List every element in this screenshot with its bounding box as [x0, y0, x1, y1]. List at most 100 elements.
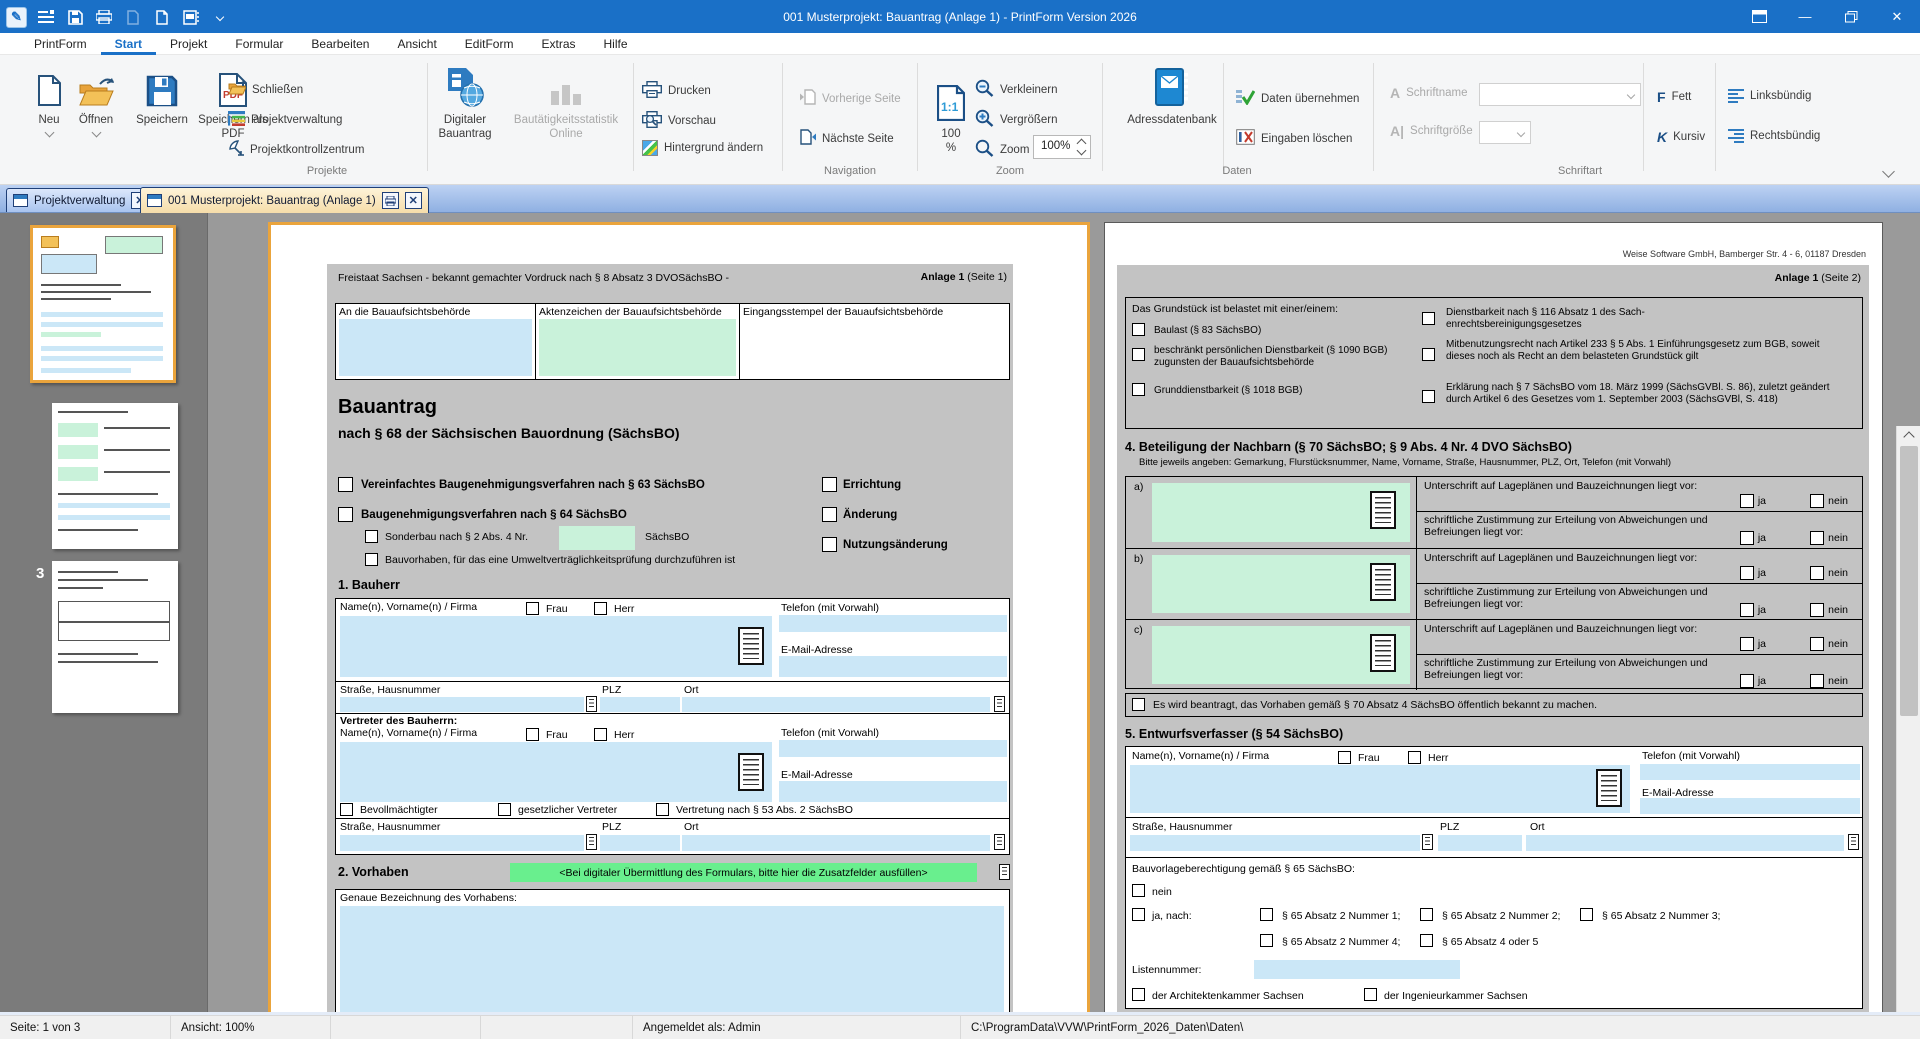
zoom-100-button[interactable]: 1:1 100%	[928, 79, 974, 156]
bv-option1-checkbox[interactable]	[1260, 908, 1273, 921]
menu-printform[interactable]: PrintForm	[20, 33, 101, 55]
ja-checkbox[interactable]	[1740, 566, 1754, 580]
address-database-button[interactable]: Adressdatenbank	[1122, 65, 1222, 127]
italic-button[interactable]: KKursiv	[1657, 129, 1705, 145]
close-project-button[interactable]: Schließen	[228, 81, 303, 98]
scroll-up-icon[interactable]	[1897, 426, 1920, 444]
ja-checkbox[interactable]	[1740, 674, 1754, 688]
save-as-pdf-button[interactable]: PDF Speichern als PDF	[198, 65, 268, 142]
nein-checkbox[interactable]	[1810, 494, 1824, 508]
vertreter-email-input[interactable]	[779, 781, 1007, 802]
ja-checkbox[interactable]	[1740, 637, 1754, 651]
vertreter-herr-checkbox[interactable]	[594, 728, 607, 741]
bauherr-telefon-input[interactable]	[779, 615, 1007, 632]
ev-telefon-input[interactable]	[1640, 764, 1860, 780]
save-icon[interactable]	[65, 7, 85, 27]
nein-checkbox[interactable]	[1810, 603, 1824, 617]
bauherr-name-input[interactable]	[340, 616, 772, 677]
gesetzlicher-vertreter-checkbox[interactable]	[498, 803, 511, 816]
nein-checkbox[interactable]	[1810, 674, 1824, 688]
scrollbar-thumb[interactable]	[1900, 446, 1918, 716]
project-management-button[interactable]: Projektverwaltung	[228, 111, 342, 129]
public-announcement-checkbox[interactable]	[1132, 698, 1145, 711]
open-button[interactable]: Öffnen	[70, 65, 122, 139]
save-button[interactable]: Speichern	[126, 65, 198, 127]
project-control-center-button[interactable]: Projektkontrollzentrum	[228, 140, 364, 159]
vorhaben-input[interactable]	[340, 906, 1004, 1012]
preview-button[interactable]: Vorschau	[642, 111, 716, 131]
vertical-scrollbar[interactable]	[1896, 426, 1920, 1012]
neighbor-a-picker-icon[interactable]	[1370, 491, 1396, 529]
menu-ansicht[interactable]: Ansicht	[383, 33, 450, 55]
frau-checkbox[interactable]	[526, 602, 539, 615]
align-left-button[interactable]: Linksbündig	[1728, 89, 1811, 103]
bauherr-strasse-input[interactable]	[340, 697, 584, 712]
menu-formular[interactable]: Formular	[221, 33, 297, 55]
umwelt-checkbox[interactable]	[365, 553, 378, 566]
authority-input[interactable]	[339, 319, 532, 376]
neighbor-b-picker-icon[interactable]	[1370, 563, 1396, 601]
herr-checkbox[interactable]	[594, 602, 607, 615]
ev-herr-checkbox[interactable]	[1408, 751, 1421, 764]
bauherr-plz-input[interactable]	[600, 697, 680, 712]
menu-start[interactable]: Start	[101, 33, 156, 55]
collapse-ribbon-icon[interactable]	[1882, 165, 1895, 178]
vertreter-frau-checkbox[interactable]	[526, 728, 539, 741]
menu-bearbeiten[interactable]: Bearbeiten	[297, 33, 383, 55]
ev-ort-picker-icon[interactable]	[1848, 834, 1859, 850]
vertreter-strasse-picker-icon[interactable]	[586, 834, 597, 850]
proc2-checkbox[interactable]	[338, 507, 353, 522]
addressbook-icon[interactable]	[181, 7, 201, 27]
ev-name-input[interactable]	[1130, 765, 1630, 813]
tab-close-icon[interactable]: ✕	[405, 192, 422, 209]
ev-plz-input[interactable]	[1438, 835, 1522, 851]
digital-note-picker-icon[interactable]	[999, 864, 1010, 880]
ev-frau-checkbox[interactable]	[1338, 751, 1351, 764]
close-button[interactable]: ✕	[1874, 0, 1920, 33]
bv-option5-checkbox[interactable]	[1420, 934, 1433, 947]
ev-strasse-picker-icon[interactable]	[1422, 834, 1433, 850]
bauherr-email-input[interactable]	[779, 656, 1007, 677]
menu-projekt[interactable]: Projekt	[156, 33, 221, 55]
mitbenutzungsrecht-checkbox[interactable]	[1422, 348, 1435, 361]
vertretung-53-checkbox[interactable]	[656, 803, 669, 816]
address-picker-icon[interactable]	[738, 627, 764, 665]
restore-button[interactable]	[1828, 0, 1874, 33]
digital-building-application-button[interactable]: Digitaler Bauantrag	[432, 65, 498, 142]
bold-button[interactable]: FFett	[1657, 89, 1691, 105]
ev-strasse-input[interactable]	[1130, 835, 1420, 851]
tab-print-icon[interactable]	[382, 192, 399, 209]
bv-nein-checkbox[interactable]	[1132, 884, 1145, 897]
apply-data-button[interactable]: Daten übernehmen	[1236, 89, 1359, 108]
architektenkammer-checkbox[interactable]	[1132, 988, 1145, 1001]
tab-projektverwaltung[interactable]: Projektverwaltung ✕	[6, 188, 155, 212]
menu-hilfe[interactable]: Hilfe	[590, 33, 642, 55]
bauherr-ort-input[interactable]	[682, 697, 990, 712]
ort-picker-icon[interactable]	[994, 696, 1005, 712]
file-number-input[interactable]	[539, 319, 736, 376]
proc1-checkbox[interactable]	[338, 477, 353, 492]
tab-bauantrag[interactable]: 001 Musterprojekt: Bauantrag (Anlage 1) …	[140, 187, 429, 213]
vertreter-ort-picker-icon[interactable]	[994, 834, 1005, 850]
listennummer-input[interactable]	[1254, 960, 1460, 979]
ev-address-picker-icon[interactable]	[1596, 769, 1622, 807]
align-right-button[interactable]: Rechtsbündig	[1728, 129, 1820, 143]
ja-checkbox[interactable]	[1740, 494, 1754, 508]
vertreter-name-input[interactable]	[340, 742, 772, 802]
bevollmaechtigter-checkbox[interactable]	[340, 803, 353, 816]
nein-checkbox[interactable]	[1810, 637, 1824, 651]
menu-extras[interactable]: Extras	[527, 33, 589, 55]
nutzungsaenderung-checkbox[interactable]	[822, 537, 837, 552]
ev-ort-input[interactable]	[1526, 835, 1844, 851]
menu-editform[interactable]: EditForm	[451, 33, 528, 55]
bv-option3-checkbox[interactable]	[1580, 908, 1593, 921]
baulast-checkbox[interactable]	[1132, 323, 1145, 336]
ja-checkbox[interactable]	[1740, 603, 1754, 617]
project-list-icon[interactable]	[36, 7, 56, 27]
bv-option2-checkbox[interactable]	[1420, 908, 1433, 921]
sonderbau-checkbox[interactable]	[365, 530, 378, 543]
print-button[interactable]: Drucken	[642, 81, 711, 101]
dienstbarkeit-116-checkbox[interactable]	[1422, 312, 1435, 325]
vertreter-address-picker-icon[interactable]	[738, 753, 764, 791]
quick-access-dropdown-icon[interactable]	[210, 7, 230, 27]
